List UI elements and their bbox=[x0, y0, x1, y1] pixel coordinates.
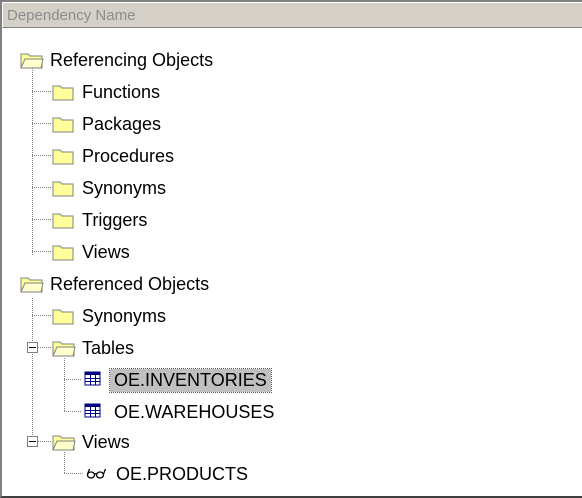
tree-node-label: OE.PRODUCTS bbox=[116, 463, 249, 484]
tree-node-label: Views bbox=[82, 241, 130, 262]
table-icon bbox=[84, 403, 106, 421]
folder-icon bbox=[52, 243, 74, 261]
tree-node-label: Synonyms bbox=[82, 177, 167, 198]
tree-node-oe-warehouses[interactable]: OE.WAREHOUSES bbox=[84, 396, 278, 428]
tree-node-functions[interactable]: Functions bbox=[52, 76, 164, 108]
tree-node-referencing-objects[interactable]: Referencing Objects bbox=[20, 44, 217, 76]
tree-node-referenced-synonyms[interactable]: Synonyms bbox=[52, 300, 170, 332]
folder-open-icon bbox=[20, 51, 44, 69]
tree-node-label: Functions bbox=[82, 81, 161, 102]
folder-open-icon bbox=[52, 433, 76, 451]
folder-open-icon bbox=[52, 339, 76, 357]
column-header-label: Dependency Name bbox=[7, 7, 136, 24]
column-header-dependency-name[interactable]: Dependency Name bbox=[2, 2, 582, 28]
dependency-tree-panel: Dependency Name Referencing Objects Func… bbox=[0, 0, 582, 498]
tree-node-tables[interactable]: Tables bbox=[52, 332, 138, 364]
tree-node-label: OE.INVENTORIES bbox=[109, 367, 272, 393]
folder-icon bbox=[52, 147, 74, 165]
folder-icon bbox=[52, 307, 74, 325]
tree-node-label: Tables bbox=[82, 337, 135, 358]
dependency-tree: Referencing Objects Functions Packages P… bbox=[2, 28, 582, 496]
folder-icon bbox=[52, 211, 74, 229]
tree-node-views[interactable]: Views bbox=[52, 236, 134, 268]
tree-node-synonyms[interactable]: Synonyms bbox=[52, 172, 170, 204]
tree-node-packages[interactable]: Packages bbox=[52, 108, 165, 140]
folder-icon bbox=[52, 115, 74, 133]
tree-node-label: Procedures bbox=[82, 145, 175, 166]
collapse-views-toggle[interactable] bbox=[27, 436, 38, 447]
tree-node-label: Triggers bbox=[82, 209, 148, 230]
tree-node-oe-inventories[interactable]: OE.INVENTORIES bbox=[84, 364, 272, 396]
tree-node-label: Packages bbox=[82, 113, 162, 134]
table-icon bbox=[84, 371, 106, 389]
tree-node-oe-products[interactable]: OE.PRODUCTS bbox=[86, 458, 252, 490]
folder-icon bbox=[52, 179, 74, 197]
folder-open-icon bbox=[20, 275, 44, 293]
tree-node-triggers[interactable]: Triggers bbox=[52, 204, 151, 236]
tree-node-label: OE.WAREHOUSES bbox=[114, 401, 275, 422]
tree-node-label: Referenced Objects bbox=[50, 273, 210, 294]
tree-node-label: Referencing Objects bbox=[50, 49, 214, 70]
tree-node-label: Synonyms bbox=[82, 305, 167, 326]
tree-node-label: Views bbox=[82, 431, 130, 452]
tree-node-referenced-objects[interactable]: Referenced Objects bbox=[20, 268, 213, 300]
collapse-tables-toggle[interactable] bbox=[27, 342, 38, 353]
tree-node-procedures[interactable]: Procedures bbox=[52, 140, 178, 172]
folder-icon bbox=[52, 83, 74, 101]
view-glasses-icon bbox=[86, 465, 108, 483]
tree-node-referenced-views[interactable]: Views bbox=[52, 426, 134, 458]
